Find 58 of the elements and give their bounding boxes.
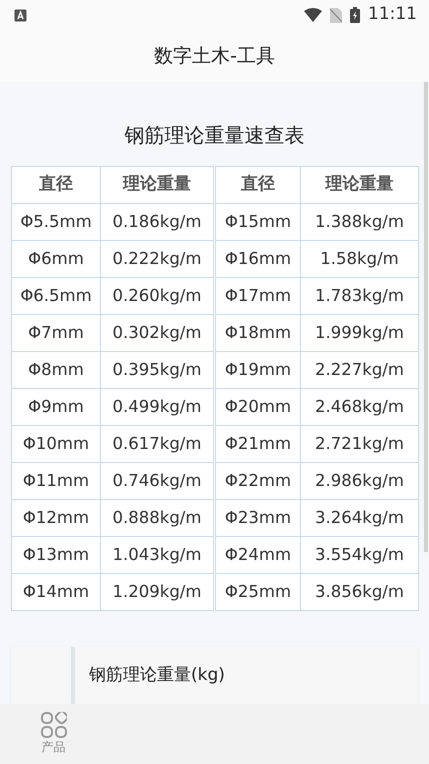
column-header: 直径 <box>214 166 300 204</box>
table-cell: Φ15mm <box>214 204 300 240</box>
table-cell: Φ5.5mm <box>12 204 100 240</box>
table-cell: Φ10mm <box>12 426 100 462</box>
notification-icon <box>14 8 27 22</box>
table-cell: 1.043kg/m <box>100 536 214 574</box>
table-cell: Φ9mm <box>12 388 100 426</box>
table-cell: 0.746kg/m <box>100 462 214 500</box>
clock-time: 11:11 <box>368 3 417 26</box>
table-cell: 1.783kg/m <box>300 278 418 314</box>
column-header: 直径 <box>12 166 100 204</box>
table-cell: Φ17mm <box>214 278 300 314</box>
table-cell: 1.209kg/m <box>100 574 214 610</box>
table-cell: Φ20mm <box>214 388 300 426</box>
table-cell: Φ21mm <box>214 426 300 462</box>
table-cell: Φ14mm <box>12 574 100 610</box>
table-cell: 0.499kg/m <box>100 388 214 426</box>
table-cell: 0.186kg/m <box>100 204 214 240</box>
table-cell: Φ13mm <box>12 536 100 574</box>
table-cell: 0.888kg/m <box>100 500 214 536</box>
table-cell: 3.554kg/m <box>300 536 418 574</box>
table-cell: Φ23mm <box>214 500 300 536</box>
column-header: 理论重量 <box>300 166 418 204</box>
table-cell: Φ11mm <box>12 462 100 500</box>
column-header: 理论重量 <box>100 166 214 204</box>
app-title: 数字土木-工具 <box>154 44 275 69</box>
table-cell: 2.227kg/m <box>300 352 418 388</box>
table-cell: 0.222kg/m <box>100 240 214 278</box>
table-cell: Φ6.5mm <box>12 278 100 314</box>
table-cell: Φ22mm <box>214 462 300 500</box>
table-cell: 0.302kg/m <box>100 314 214 352</box>
table-cell: Φ18mm <box>214 314 300 352</box>
table-cell: 0.617kg/m <box>100 426 214 462</box>
wifi-icon <box>304 8 322 22</box>
no-sim-icon <box>330 8 342 22</box>
nav-tab[interactable]: 产品 <box>0 712 107 756</box>
table-cell: 3.264kg/m <box>300 500 418 536</box>
table-cell: 1.999kg/m <box>300 314 418 352</box>
table-cell: 3.856kg/m <box>300 574 418 610</box>
table-cell: Φ7mm <box>12 314 100 352</box>
table-cell: 2.468kg/m <box>300 388 418 426</box>
grid-icon <box>40 712 66 738</box>
table-cell: Φ8mm <box>12 352 100 388</box>
table-cell: Φ24mm <box>214 536 300 574</box>
table-cell: 1.388kg/m <box>300 204 418 240</box>
table-cell: 0.260kg/m <box>100 278 214 314</box>
table-cell: Φ12mm <box>12 500 100 536</box>
table-cell: Φ6mm <box>12 240 100 278</box>
table-cell: 2.986kg/m <box>300 462 418 500</box>
table-cell: 1.58kg/m <box>300 240 418 278</box>
table-cell: Φ16mm <box>214 240 300 278</box>
battery-icon <box>350 7 360 23</box>
table-cell: 2.721kg/m <box>300 426 418 462</box>
result-label: 钢筋理论重量(kg) <box>89 665 225 685</box>
table-cell: 0.395kg/m <box>100 352 214 388</box>
table-cell: Φ25mm <box>214 574 300 610</box>
table-cell: Φ19mm <box>214 352 300 388</box>
table-title: 钢筋理论重量速查表 <box>124 123 304 147</box>
